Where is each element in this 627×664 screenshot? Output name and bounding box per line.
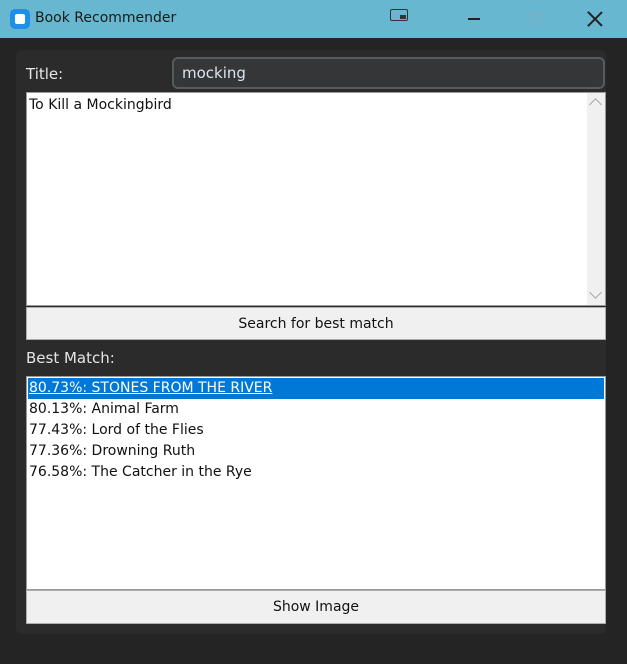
results-textbox[interactable]: To Kill a Mockingbird [26,92,606,306]
title-label: Title: [26,65,64,83]
scroll-up-icon[interactable] [589,98,602,111]
show-image-button[interactable]: Show Image [26,590,606,624]
best-match-label: Best Match: [26,349,115,367]
title-input[interactable]: mocking [172,57,605,89]
search-button[interactable]: Search for best match [26,307,606,340]
list-item[interactable]: 76.58%: The Catcher in the Rye [28,462,604,483]
app-icon [10,9,30,29]
window-title: Book Recommender [35,10,177,26]
list-item[interactable]: 77.43%: Lord of the Flies [28,420,604,441]
scroll-down-icon[interactable] [589,286,602,299]
vertical-scrollbar[interactable] [587,93,605,305]
list-item[interactable]: 80.13%: Animal Farm [28,399,604,420]
list-item[interactable]: 77.36%: Drowning Ruth [28,441,604,462]
list-item[interactable]: 80.73%: STONES FROM THE RIVER [28,378,604,399]
picture-in-picture-icon[interactable] [390,9,408,21]
maximize-button[interactable] [530,12,542,24]
best-match-list[interactable]: 80.73%: STONES FROM THE RIVER 80.13%: An… [26,376,606,590]
minimize-button[interactable] [468,18,480,20]
title-bar: Book Recommender [0,0,627,38]
results-text: To Kill a Mockingbird [29,97,172,113]
close-button[interactable] [586,10,604,28]
